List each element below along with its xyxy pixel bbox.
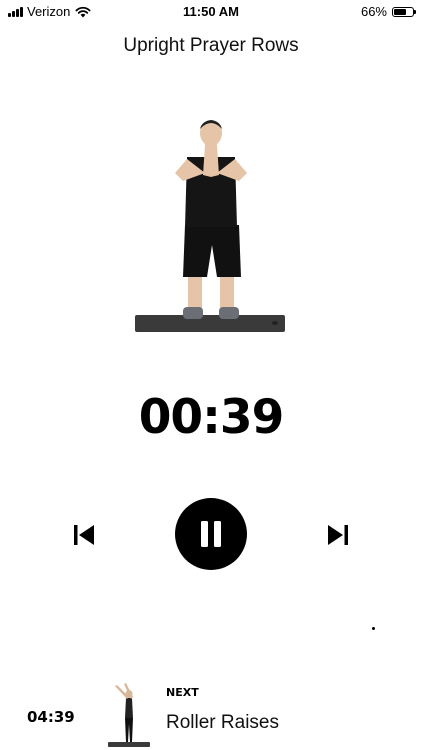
status-bar: Verizon 11:50 AM 66% bbox=[0, 0, 422, 22]
skip-previous-icon[interactable] bbox=[70, 522, 98, 548]
next-exercise-row[interactable]: 04:39 NEXT Roller Raises bbox=[0, 680, 422, 750]
pause-icon bbox=[201, 521, 221, 547]
status-right: 66% bbox=[360, 4, 416, 19]
status-time: 11:50 AM bbox=[183, 4, 239, 19]
pause-button[interactable] bbox=[175, 498, 247, 570]
total-remaining-time: 04:39 bbox=[27, 708, 75, 726]
next-label: NEXT bbox=[166, 686, 199, 699]
exercise-demo-image bbox=[135, 120, 285, 332]
battery-percent: 66% bbox=[360, 4, 387, 19]
battery-fill bbox=[394, 8, 406, 15]
skip-next-icon[interactable] bbox=[324, 522, 352, 548]
countdown-timer: 00:39 bbox=[138, 390, 285, 445]
playback-controls bbox=[0, 498, 422, 572]
page-dot bbox=[372, 627, 375, 630]
exercise-title: Upright Prayer Rows bbox=[123, 35, 299, 56]
next-exercise-name: Roller Raises bbox=[166, 712, 279, 733]
battery-icon bbox=[392, 6, 416, 17]
next-exercise-thumbnail bbox=[108, 683, 150, 747]
